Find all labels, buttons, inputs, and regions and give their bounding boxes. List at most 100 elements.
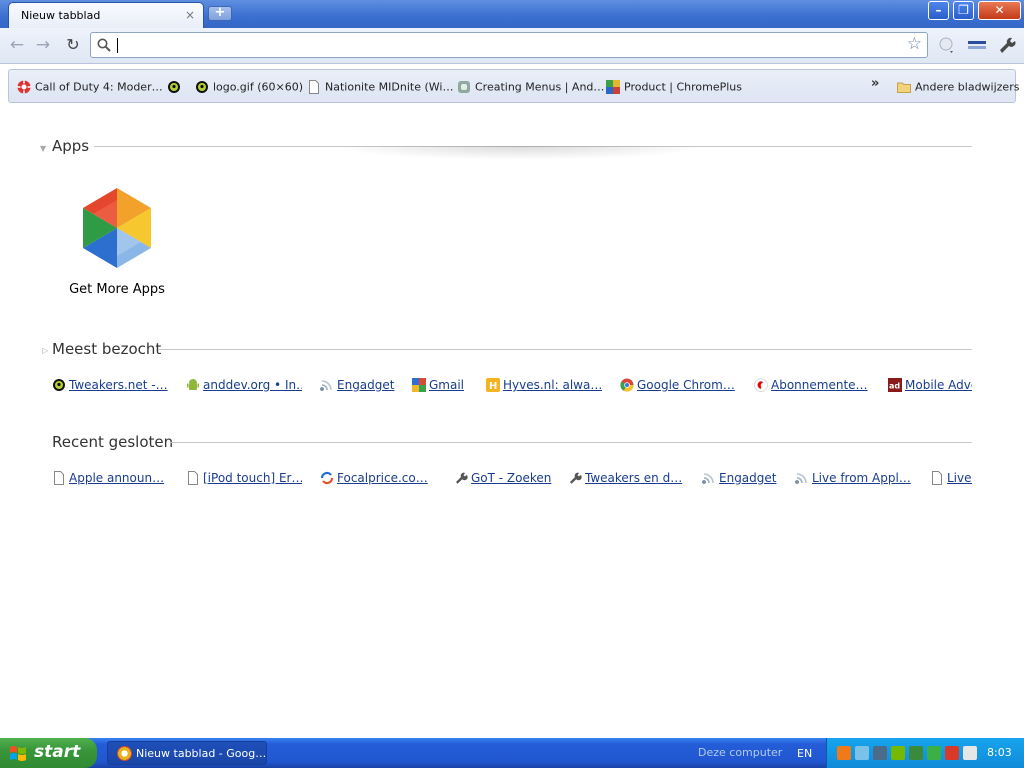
tweakers-icon [53,379,65,391]
rss-icon [795,473,807,484]
new-tab-button[interactable]: + [208,6,232,21]
recently-closed-link[interactable]: Focalprice.co… [320,471,436,489]
tab-title: Nieuw tabblad [21,9,101,22]
page-icon [54,471,64,485]
reload-button[interactable]: ↻ [62,34,84,56]
most-visited-link[interactable]: Abonnemente… [754,378,870,396]
most-visited-heading[interactable]: Meest bezocht [52,340,161,358]
tray-bluetooth-icon[interactable] [873,746,887,760]
page-menu-icon[interactable] [936,34,958,56]
page-icon [932,471,942,485]
recently-closed-link[interactable]: Tweakers en d… [568,471,684,489]
most-visited-link[interactable]: Google Chrom… [620,378,736,396]
get-more-apps-tile[interactable]: Get More Apps [62,184,172,304]
minimize-button[interactable]: – [928,1,949,20]
recently-closed-link[interactable]: Live from Appl… [795,471,911,489]
cod-icon [17,80,31,94]
close-window-button[interactable]: ✕ [978,1,1021,20]
wrench-icon [456,472,468,484]
ad-icon: ad [888,378,902,392]
taskbar-chrome-window[interactable]: Nieuw tabblad - Goog… [107,741,267,765]
other-bookmarks-button[interactable]: Andere bladwijzers [897,80,1019,96]
recently-closed-divider [170,442,972,443]
taskbar-window-label: Nieuw tabblad - Goog… [136,747,267,760]
hyves-icon: H [486,378,500,392]
maximize-button[interactable]: ❐ [953,1,974,20]
wrench-icon [570,472,582,484]
chromeplus-icon [606,80,620,94]
tray-app-icon[interactable] [837,746,851,760]
rss-icon [320,380,332,391]
search-icon [97,38,111,52]
gmail-icon [412,378,426,392]
recently-closed-link[interactable]: Engadget [702,471,792,489]
tab-close-icon[interactable]: × [185,8,195,22]
back-button[interactable]: ← [6,34,28,56]
get-more-apps-label: Get More Apps [69,282,165,297]
tweakers-icon [196,81,208,93]
recently-closed-heading: Recent gesloten [52,433,174,451]
bookmark-item[interactable]: logo.gif (60×60) [195,80,303,96]
tray-update-icon[interactable] [927,746,941,760]
tray-security-icon[interactable] [909,746,923,760]
recently-closed-link[interactable]: Liveb [930,471,972,489]
most-visited-divider [158,349,972,350]
bookmark-item[interactable]: Creating Menus | And… [457,80,604,96]
most-visited-link[interactable]: anddev.org • In… [186,378,302,396]
apps-heading[interactable]: Apps [52,137,89,155]
bookmarks-bar: Call of Duty 4: Moder… logo.gif (60×60) … [8,69,1019,103]
system-tray: 8:03 [826,738,1024,768]
tray-alert-icon[interactable] [945,746,959,760]
bookmark-item[interactable]: Nationite MIDnite (Wi… [307,80,453,96]
browser-toolbar: ← → ↻ ☆ [0,28,1024,64]
rss-icon [702,473,714,484]
svg-text:ad: ad [889,382,900,391]
bookmarks-overflow-chevron[interactable]: » [871,76,879,91]
bookmark-item[interactable]: Call of Duty 4: Moder… [17,80,163,96]
recently-closed-link[interactable]: [iPod touch] Er… [186,471,302,489]
recently-closed-link[interactable]: Apple announ… [52,471,170,489]
bookmark-item[interactable] [167,80,185,96]
forward-button[interactable]: → [32,34,54,56]
tweakers-icon [168,81,180,93]
bookmark-item[interactable]: Product | ChromePlus [606,80,742,96]
android-icon [187,379,199,390]
address-input[interactable] [115,36,895,54]
start-button[interactable]: start [0,738,97,768]
vodafone-icon [754,378,768,392]
windows-logo-icon [10,746,26,761]
browser-window: Nieuw tabblad × + – ❐ ✕ ← → ↻ ☆ Call of … [0,0,1024,738]
tray-nvidia-icon[interactable] [891,746,905,760]
tab-new-tab[interactable]: Nieuw tabblad × [8,2,204,28]
text-cursor [117,38,118,53]
extension-icon[interactable] [966,34,988,56]
tray-volume-icon[interactable] [963,746,977,760]
most-visited-expand-arrow[interactable]: ▷ [42,346,48,355]
tray-network-icon[interactable] [855,746,869,760]
apps-collapse-arrow[interactable]: ▼ [40,144,46,153]
folder-icon [897,82,911,93]
most-visited-link[interactable]: Engadget [320,378,410,396]
focalprice-icon [320,471,334,485]
web-store-icon [83,188,151,268]
page-icon [309,80,319,94]
language-indicator[interactable]: EN [797,747,812,760]
recently-closed-row: Apple announ… [iPod touch] Er… Focalpric… [52,471,972,489]
most-visited-link[interactable]: Tweakers.net -… [52,378,170,396]
recently-closed-link[interactable]: GoT - Zoeken [454,471,570,489]
most-visited-link[interactable]: ad Mobile Adve [888,378,972,396]
most-visited-link[interactable]: Gmail [412,378,492,396]
most-visited-row: Tweakers.net -… anddev.org • In… Engadge… [52,378,972,396]
bookmark-star-icon[interactable]: ☆ [907,34,922,54]
chrome-icon [117,746,132,761]
section-shadow [330,146,710,160]
page-icon [188,471,198,485]
deze-computer-label[interactable]: Deze computer [698,746,782,759]
wrench-icon[interactable] [996,34,1018,56]
most-visited-link[interactable]: H Hyves.nl: alwa… [486,378,602,396]
address-bar[interactable]: ☆ [90,32,928,58]
chrome-icon [620,378,634,392]
taskbar: start Nieuw tabblad - Goog… Deze compute… [0,738,1024,768]
svg-text:H: H [489,381,497,392]
clock[interactable]: 8:03 [987,746,1012,759]
